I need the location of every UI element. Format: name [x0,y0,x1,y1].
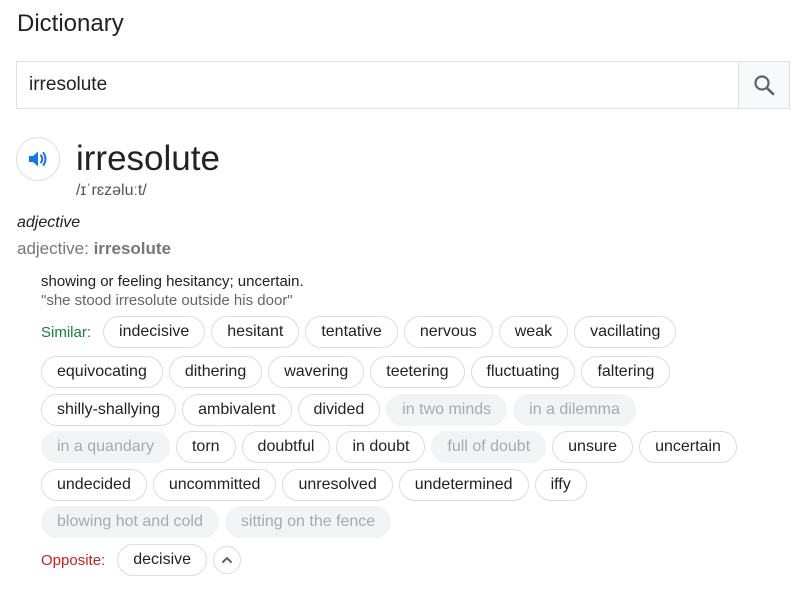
similar-row: shilly-shallying ambivalent divided in two … [41,394,636,426]
synonym-chip[interactable]: tentative [305,316,398,348]
search-icon [754,75,775,96]
synonym-chip[interactable]: in doubt [336,431,426,463]
similar-row: undecided uncommitted unresolved undetermin… [41,469,587,501]
pos-word: irresolute [93,239,172,258]
page-title: Dictionary [17,10,124,37]
synonym-chip: full of doubt [431,431,547,463]
synonym-chip[interactable]: divided [297,394,381,426]
similar-label: Similar: [41,323,92,341]
speaker-icon [29,151,47,167]
synonym-chip[interactable]: ambivalent [182,394,292,426]
pos-label: adjective: [17,239,89,258]
search-box [16,61,790,109]
synonym-chip[interactable]: unsure [552,431,634,463]
similar-row: equivocating dithering wavering teetering fl… [41,356,671,388]
synonym-chip[interactable]: faltering [581,356,671,388]
example-sentence: "she stood irresolute outside his door" [41,292,293,309]
similar-row: in a quandary torn doubtful in doubt full of… [41,431,737,463]
part-of-speech: adjective [17,214,81,231]
headword: irresolute [76,139,220,178]
synonym-chip[interactable]: uncertain [639,431,737,463]
similar-row: Similar: indecisive hesitant tentative nervo… [41,316,677,348]
similar-row: blowing hot and cold sitting on the fence [41,506,392,538]
synonym-chip: blowing hot and cold [41,506,219,538]
opposite-label: Opposite: [41,551,106,569]
search-button[interactable] [738,62,789,108]
synonym-chip[interactable]: iffy [534,469,587,501]
synonym-chip[interactable]: vacillating [574,316,677,348]
synonym-chip[interactable]: undetermined [398,469,529,501]
synonym-chip[interactable]: doubtful [241,431,331,463]
synonym-chip[interactable]: nervous [403,316,493,348]
search-input[interactable] [17,62,738,108]
synonym-chip: in a dilemma [513,394,636,426]
synonym-chip: in two minds [386,394,508,426]
synonym-chip[interactable]: unresolved [282,469,393,501]
synonym-chip[interactable]: hesitant [211,316,300,348]
synonym-chip[interactable]: shilly-shallying [41,394,177,426]
synonym-chip: sitting on the fence [224,506,392,538]
synonym-chip[interactable]: fluctuating [470,356,576,388]
synonym-chip[interactable]: uncommitted [152,469,277,501]
synonym-chip[interactable]: weak [498,316,569,348]
chevron-up-icon [222,557,233,563]
synonym-chip[interactable]: teetering [370,356,465,388]
opposite-row: Opposite: decisive [41,544,242,576]
definition: showing or feeling hesitancy; uncertain. [41,273,304,290]
phonetic: /ɪˈrɛzəluːt/ [76,182,147,199]
pos-line: adjective: irresolute [17,239,171,259]
pronunciation-button[interactable] [16,137,60,181]
synonym-chip[interactable]: equivocating [41,356,163,388]
synonym-chip[interactable]: indecisive [103,316,206,348]
antonym-chip[interactable]: decisive [117,544,208,576]
synonym-chip[interactable]: undecided [41,469,147,501]
synonym-chip[interactable]: torn [175,431,236,463]
synonym-chip: in a quandary [41,431,170,463]
collapse-button[interactable] [213,546,242,574]
synonym-chip[interactable]: dithering [168,356,263,388]
synonym-chip[interactable]: wavering [268,356,365,388]
